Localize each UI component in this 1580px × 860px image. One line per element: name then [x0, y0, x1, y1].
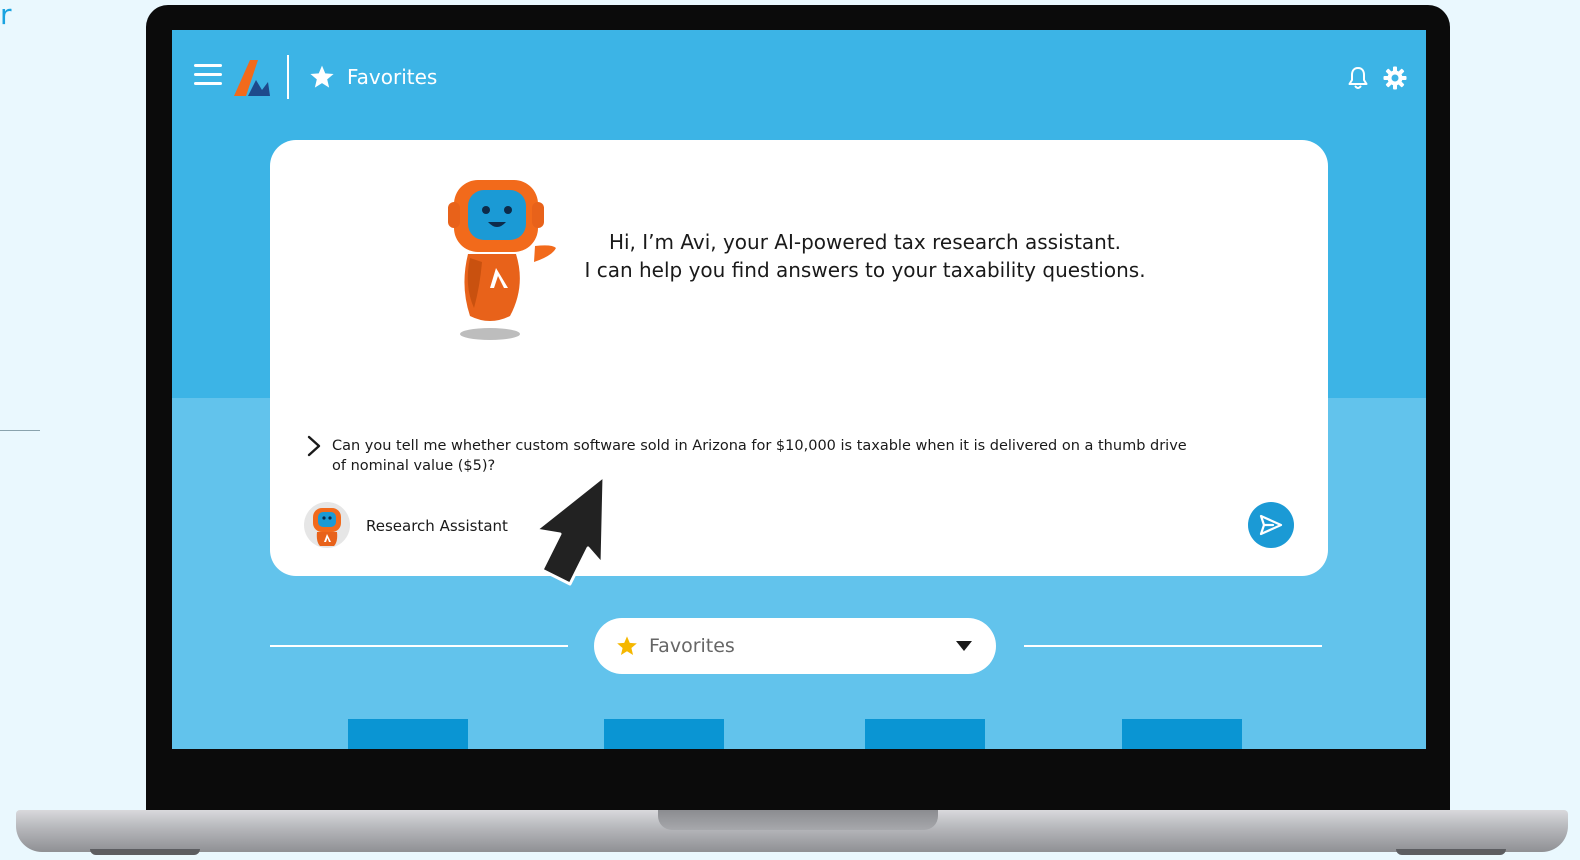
laptop-notch: [658, 810, 938, 830]
favorite-tile-2[interactable]: [604, 719, 724, 749]
chevron-right-icon[interactable]: [306, 434, 322, 458]
mouse-cursor-icon: [534, 474, 606, 586]
favorites-dropdown-value: Favorites: [649, 635, 735, 657]
send-button[interactable]: [1248, 502, 1294, 548]
star-icon: [617, 636, 637, 655]
header-divider: [287, 55, 289, 99]
favorites-divider-right: [1024, 645, 1322, 647]
laptop-foot-right: [1396, 849, 1506, 855]
page-title: Favorites: [347, 65, 438, 89]
gear-icon[interactable]: [1383, 66, 1407, 90]
favorites-divider-left: [270, 645, 568, 647]
assistant-greeting: Hi, I’m Avi, your AI-powered tax researc…: [570, 228, 1160, 284]
chat-card: Hi, I’m Avi, your AI-powered tax researc…: [270, 140, 1328, 586]
greeting-line-1: Hi, I’m Avi, your AI-powered tax researc…: [608, 230, 1122, 254]
assistant-name[interactable]: Research Assistant: [366, 516, 508, 536]
favorite-tile-4[interactable]: [1122, 719, 1242, 749]
app-screen: Favorites Hi, I’m Avi, your AI-powered t…: [172, 30, 1426, 749]
laptop-foot-left: [90, 849, 200, 855]
bell-icon[interactable]: [1347, 66, 1369, 90]
edge-divider: [0, 430, 40, 431]
robot-mascot-icon: [448, 180, 556, 340]
prompt-input[interactable]: Can you tell me whether custom software …: [332, 436, 1192, 476]
chevron-down-icon: [956, 641, 972, 651]
logo-icon[interactable]: [232, 56, 272, 98]
edge-text-fragment: r: [0, 0, 12, 31]
avatar: [304, 502, 350, 548]
star-icon: [310, 65, 334, 88]
favorite-tile-1[interactable]: [348, 719, 468, 749]
favorites-dropdown[interactable]: Favorites: [594, 618, 996, 674]
app-header: Favorites: [172, 30, 1426, 125]
menu-icon[interactable]: [194, 64, 222, 88]
favorite-tile-3[interactable]: [865, 719, 985, 749]
send-icon: [1259, 514, 1283, 536]
greeting-line-2: I can help you find answers to your taxa…: [584, 258, 1146, 282]
